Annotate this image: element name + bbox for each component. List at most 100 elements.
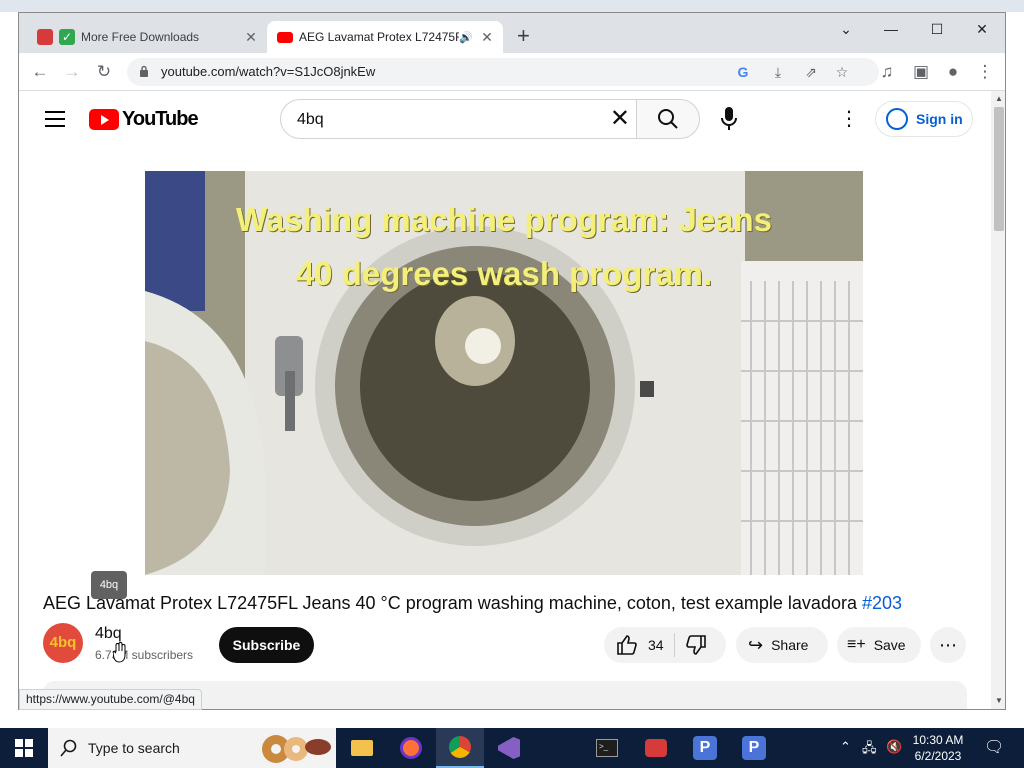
close-tab-icon[interactable]: ✕ [243, 29, 259, 46]
show-hidden-icons-chevron-icon[interactable]: ⌃ [840, 739, 851, 755]
channel-name[interactable]: 4bq [95, 625, 122, 643]
firefox-icon[interactable] [387, 728, 435, 768]
hashtag-link[interactable]: #203 [862, 593, 902, 613]
youtube-logo[interactable]: YouTube [89, 108, 199, 131]
search-value: 4bq [297, 111, 324, 128]
google-translate-icon[interactable]: G [733, 62, 753, 82]
file-explorer-icon[interactable] [338, 728, 386, 768]
chrome-icon[interactable] [436, 728, 484, 768]
bookmark-star-icon[interactable]: ☆ [832, 62, 852, 82]
video-overlay-line1: Washing machine program: Jeans [235, 201, 773, 238]
minimize-icon[interactable]: — [876, 17, 906, 41]
reload-icon[interactable]: ↻ [92, 60, 116, 84]
browser-window: ✓ More Free Downloads ✕ AEG Lavamat Prot… [18, 12, 1006, 710]
tab-strip: ✓ More Free Downloads ✕ AEG Lavamat Prot… [19, 13, 1005, 53]
windows-logo-icon [15, 739, 33, 757]
p-app-icon-2[interactable]: P [730, 728, 778, 768]
page-scrollbar[interactable]: ▲ ▼ [991, 91, 1005, 709]
install-app-icon[interactable]: ⤓ [768, 62, 788, 82]
desktop-background [0, 0, 1024, 12]
recorder-favicon-icon [37, 29, 53, 45]
taskbar-search-box[interactable]: Type to search [48, 728, 336, 768]
clear-search-icon[interactable]: ✕ [610, 107, 630, 131]
mouse-cursor-icon [113, 642, 126, 663]
more-actions-button[interactable]: ⋯ [930, 627, 966, 663]
tab-aeg-lavamat[interactable]: AEG Lavamat Protex L72475FL 🔊 ✕ [267, 21, 503, 53]
account-icon [886, 108, 908, 130]
new-tab-plus-icon[interactable]: + [517, 25, 530, 47]
share-button[interactable]: ↪ Share [736, 627, 828, 663]
video-player[interactable]: Washing machine program: Jeans 40 degree… [145, 171, 863, 575]
close-tab-icon[interactable]: ✕ [479, 29, 495, 46]
profile-icon[interactable]: ● [941, 60, 965, 84]
browser-menu-icon[interactable]: ⋮ [973, 60, 997, 84]
subscriber-count: 6.73M subscribers [95, 648, 194, 662]
more-horizontal-icon: ⋯ [939, 634, 957, 655]
search-input[interactable]: 4bq ✕ [280, 99, 637, 139]
scroll-up-arrow-icon[interactable]: ▲ [995, 94, 1003, 103]
url-text: youtube.com/watch?v=S1JcO8jnkEw [161, 64, 376, 79]
share-page-icon[interactable]: ⇗ [801, 62, 821, 82]
video-title: AEG Lavamat Protex L72475FL Jeans 40 °C … [43, 593, 902, 614]
thumbs-up-icon[interactable] [616, 634, 638, 656]
logo-text: YouTube [122, 108, 199, 130]
channel-tooltip: 4bq [91, 571, 127, 599]
checkmark-favicon-icon: ✓ [59, 29, 75, 45]
clock-time: 10:30 AM [912, 733, 964, 747]
donut-doodle-icon [262, 735, 331, 763]
like-dislike-group: 34 [604, 627, 726, 663]
windows-taskbar: Type to search >_ P P ⌃ 🖧 🔇 10:30 AM 6/2… [0, 728, 1024, 768]
subscribe-button[interactable]: Subscribe [219, 627, 314, 663]
forward-arrow-icon[interactable]: → [60, 60, 84, 84]
screen-recorder-icon[interactable] [632, 728, 680, 768]
network-icon[interactable]: 🖧 [862, 739, 877, 761]
microphone-icon[interactable] [717, 105, 741, 133]
tab-more-free-downloads[interactable]: ✓ More Free Downloads ✕ [19, 21, 267, 53]
search-button[interactable] [636, 99, 700, 139]
volume-muted-icon[interactable]: 🔇 [886, 739, 902, 755]
divider [673, 633, 675, 657]
video-title-text: AEG Lavamat Protex L72475FL Jeans 40 °C … [43, 593, 857, 613]
notification-icon[interactable]: 🗨 [984, 737, 1004, 757]
back-arrow-icon[interactable]: ← [28, 60, 52, 84]
scroll-down-arrow-icon[interactable]: ▼ [995, 696, 1003, 705]
video-overlay-line2: 40 degrees wash program. [295, 255, 713, 292]
lock-icon [140, 65, 148, 77]
clock-date: 6/2/2023 [914, 749, 962, 763]
terminal-icon[interactable]: >_ [583, 728, 631, 768]
like-count[interactable]: 34 [648, 637, 664, 653]
share-label: Share [771, 637, 809, 653]
taskbar-search-placeholder: Type to search [88, 740, 180, 756]
speaker-icon[interactable]: 🔊 [459, 31, 473, 44]
sign-in-label: Sign in [916, 111, 963, 127]
sign-in-button[interactable]: Sign in [875, 101, 973, 137]
taskbar-clock[interactable]: 10:30 AM 6/2/2023 [908, 732, 968, 764]
youtube-favicon-icon [277, 31, 293, 43]
close-window-icon[interactable]: ✕ [967, 17, 997, 41]
maximize-icon[interactable]: ☐ [922, 17, 952, 41]
save-button[interactable]: ≡+ Save [837, 627, 921, 663]
tab-title: More Free Downloads [81, 30, 200, 44]
status-bar-url: https://www.youtube.com/@4bq [19, 689, 202, 710]
share-arrow-icon: ↪ [748, 634, 764, 655]
side-panel-icon[interactable]: ▣ [909, 60, 933, 84]
visual-studio-icon[interactable] [485, 728, 533, 768]
tab-title: AEG Lavamat Protex L72475FL [299, 30, 460, 44]
channel-avatar[interactable]: 4bq [43, 623, 83, 663]
tab-search-chevron-icon[interactable]: ⌄ [831, 17, 861, 41]
search-icon [658, 109, 678, 129]
thumbs-down-icon[interactable] [685, 634, 707, 656]
youtube-page: YouTube 4bq ✕ ⋮ Sign in Washing machine … [19, 91, 991, 709]
browser-toolbar: ← → ↻ youtube.com/watch?v=S1JcO8jnkEw G … [19, 53, 1005, 91]
scrollbar-thumb[interactable] [994, 107, 1004, 231]
p-app-icon-1[interactable]: P [681, 728, 729, 768]
start-button[interactable] [0, 728, 48, 768]
address-bar[interactable]: youtube.com/watch?v=S1JcO8jnkEw G ⤓ ⇗ ☆ [127, 58, 879, 86]
hamburger-menu-icon[interactable] [45, 111, 65, 127]
playlist-add-icon: ≡+ [847, 636, 866, 653]
save-label: Save [873, 637, 906, 653]
media-control-icon[interactable]: ♫ [875, 60, 899, 84]
settings-dots-icon[interactable]: ⋮ [839, 109, 859, 129]
search-icon [60, 739, 77, 757]
youtube-play-icon [89, 109, 119, 130]
